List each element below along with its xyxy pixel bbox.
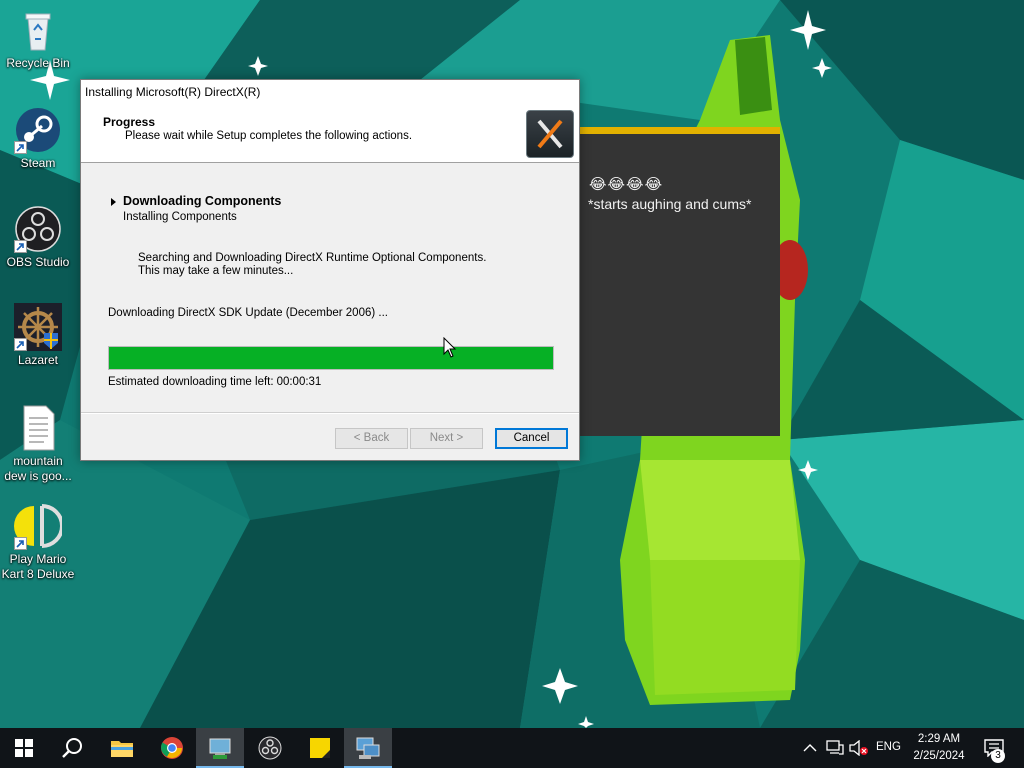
taskbar-chrome[interactable] — [148, 728, 196, 768]
desktop-icon-steam[interactable]: Steam — [0, 106, 76, 171]
lazaret-icon — [14, 303, 62, 351]
dialog-separator — [81, 412, 579, 414]
desktop-icon-mario-kart[interactable]: Play Mario Kart 8 Deluxe — [0, 502, 76, 582]
chat-message: *starts aughing and cums* — [588, 196, 752, 212]
shortcut-arrow-icon — [14, 338, 27, 351]
download-status: Downloading DirectX SDK Update (December… — [108, 307, 388, 319]
desktop-icon-label-line2: dew is goo... — [4, 469, 72, 483]
back-button[interactable]: < Back — [335, 428, 408, 449]
obs-icon — [14, 205, 62, 253]
header-title: Progress — [103, 115, 156, 129]
shortcut-arrow-icon — [14, 141, 27, 154]
mouse-cursor-icon — [443, 337, 457, 358]
search-icon — [62, 738, 82, 758]
clock-time: 2:29 AM — [917, 733, 961, 745]
clock-date: 2/25/2024 — [913, 750, 965, 762]
info-line-2: This may take a few minutes... — [138, 265, 294, 277]
chrome-icon — [161, 737, 183, 759]
desktop-icon-label-line2: Kart 8 Deluxe — [1, 567, 75, 581]
taskbar-obs[interactable] — [246, 728, 294, 768]
info-line-1: Searching and Downloading DirectX Runtim… — [138, 252, 487, 264]
desktop-icon-mountain-dew-file[interactable]: mountain dew is goo... — [0, 404, 76, 484]
shortcut-arrow-icon — [14, 537, 27, 550]
download-progress-bar — [108, 346, 554, 370]
header-subtitle: Please wait while Setup completes the fo… — [125, 130, 413, 142]
eta-row: Estimated downloading time left: 00:00:31 — [108, 376, 321, 388]
taskbar-directx-setup[interactable] — [344, 728, 392, 768]
file-explorer-icon — [111, 741, 133, 757]
dialog-title-bar[interactable]: Installing Microsoft(R) DirectX(R) — [81, 80, 579, 104]
start-button[interactable] — [0, 728, 48, 768]
step-title: Downloading Components — [123, 194, 282, 208]
obs-icon — [258, 736, 282, 760]
notification-count-badge: 3 — [991, 749, 1005, 763]
desktop-icon-label-line1: mountain — [13, 454, 63, 468]
dialog-title: Installing Microsoft(R) DirectX(R) — [85, 85, 261, 99]
input-language-indicator[interactable]: ENG — [876, 741, 901, 753]
setup-app-icon — [209, 738, 231, 759]
desktop-icon-label: Lazaret — [17, 353, 59, 367]
network-icon[interactable] — [826, 740, 844, 756]
eta-label: Estimated downloading time left: — [108, 376, 274, 388]
search-button[interactable] — [48, 728, 96, 768]
next-button[interactable]: Next > — [410, 428, 483, 449]
taskbar-sticky-notes[interactable] — [296, 728, 344, 768]
text-file-icon — [14, 404, 62, 452]
step-subtitle: Installing Components — [123, 211, 237, 223]
shortcut-arrow-icon — [14, 240, 27, 253]
taskbar-file-explorer[interactable] — [98, 728, 146, 768]
desktop-icon-recycle-bin[interactable]: Recycle Bin — [0, 6, 76, 71]
desktop-icon-lazaret[interactable]: Lazaret — [0, 303, 76, 368]
recycle-bin-icon — [14, 6, 62, 54]
desktop-icon-label: Recycle Bin — [6, 56, 70, 70]
dialog-header: Progress Please wait while Setup complet… — [81, 104, 579, 163]
directx-logo-icon — [526, 110, 574, 158]
chat-emojis: 😂😂😂😂 — [589, 176, 664, 193]
desktop-icon-label: OBS Studio — [6, 255, 70, 269]
taskbar-clock[interactable]: 2:29 AM 2/25/2024 — [908, 731, 970, 765]
desktop-icon-label-line1: Play Mario — [9, 552, 67, 566]
start-icon — [15, 739, 33, 757]
volume-muted-icon[interactable] — [849, 740, 869, 756]
yuzu-icon — [14, 502, 64, 550]
taskbar: ENG 2:29 AM 2/25/2024 3 — [0, 728, 1024, 768]
directx-installer-dialog: Installing Microsoft(R) DirectX(R) Progr… — [80, 79, 580, 461]
eta-value: 00:00:31 — [276, 376, 322, 388]
taskbar-setup-app[interactable] — [196, 728, 244, 768]
desktop-icon-obs-studio[interactable]: OBS Studio — [0, 205, 76, 270]
directx-setup-icon — [356, 737, 380, 759]
steam-icon — [14, 106, 62, 154]
sticky-notes-icon — [310, 738, 330, 758]
cancel-button[interactable]: Cancel — [495, 428, 568, 449]
desktop-icon-label: Steam — [20, 156, 56, 170]
current-step-arrow-icon — [111, 198, 116, 206]
download-progress-fill — [109, 347, 553, 369]
chat-popup: 😂😂😂😂 *starts aughing and cums* — [578, 127, 780, 436]
show-hidden-icons-chevron-icon[interactable] — [803, 743, 817, 753]
